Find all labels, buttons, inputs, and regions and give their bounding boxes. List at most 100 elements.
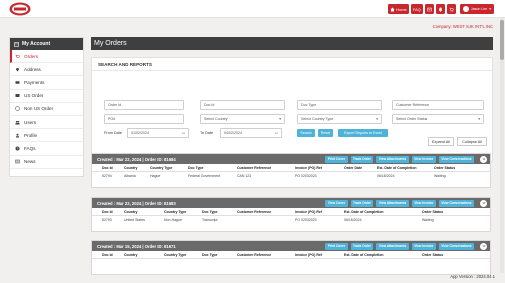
user-icon <box>16 133 19 138</box>
order-created-label: Created : Mar 22, 2024 | Order ID: 81684 <box>97 156 176 162</box>
order-actions: Print Cover Track Order View Attachments… <box>325 242 474 250</box>
table-row[interactable]: 52793 United States Non-Hague Transcript… <box>92 216 490 224</box>
faq-button[interactable]: FAQ <box>410 4 423 14</box>
track-order-button[interactable]: Track Order <box>350 242 374 250</box>
column-header: Doc Id <box>102 253 113 257</box>
table-cell: 52793 <box>102 218 112 222</box>
sidebar-item-label: Payments <box>24 79 45 85</box>
table-row[interactable]: 52794 Albania Hague Federal Government C… <box>92 172 490 180</box>
cart-icon <box>15 54 20 58</box>
mail-icon <box>427 7 432 11</box>
collapse-toggle[interactable] <box>480 242 487 250</box>
sidebar-item-orders[interactable]: Orders <box>10 50 83 64</box>
view-attachments-button[interactable]: View Attachments <box>376 242 409 250</box>
view-cover-button[interactable]: View Cover <box>325 199 348 207</box>
country-select-value: Select Country <box>204 117 228 121</box>
sidebar-item-profile[interactable]: Profile <box>10 129 83 143</box>
doc-id-input[interactable]: Doc Id <box>200 100 285 110</box>
user-menu[interactable]: Jason Lim ▾ <box>459 4 494 14</box>
view-invoice-button[interactable]: View Invoice <box>411 199 436 207</box>
export-excel-button[interactable]: Export Reports to Excel <box>338 129 388 137</box>
chevron-down-icon <box>482 158 485 161</box>
order-id-input[interactable]: Order Id <box>104 100 184 110</box>
page-scrollbar[interactable] <box>500 18 504 273</box>
chevron-down-icon <box>482 245 485 248</box>
country-select[interactable]: Select Country ▾ <box>200 114 285 124</box>
to-date-input[interactable]: 04/02/2024 ▭ <box>220 128 282 138</box>
print-cover-button[interactable]: Print Cover <box>325 155 348 163</box>
column-header: Doc Type <box>188 166 204 170</box>
order-card-header: Created : Mar 15, 2024 | Order ID: 81671… <box>92 241 490 251</box>
view-invoice-button[interactable]: View Invoice <box>411 155 436 163</box>
company-logo[interactable] <box>9 2 31 16</box>
order-actions: View Cover Track Order View Attachments … <box>325 199 474 207</box>
chevron-down-icon <box>482 202 485 205</box>
sidebar-title: My Account <box>22 41 51 47</box>
calendar-icon: ▭ <box>274 131 278 135</box>
sidebar-item-us-order[interactable]: US Order <box>10 90 83 103</box>
view-attachments-button[interactable]: View Attachments <box>376 199 409 207</box>
column-header: Country <box>124 210 138 214</box>
cart-icon <box>449 7 454 12</box>
view-conversations-button[interactable]: View Conversations <box>438 155 474 163</box>
news-icon <box>15 159 20 164</box>
sidebar-item-news[interactable]: News <box>10 156 83 169</box>
page-title: My Orders <box>91 37 493 50</box>
view-conversations-button[interactable]: View Conversations <box>438 242 474 250</box>
column-header: Customer Reference <box>237 166 272 170</box>
cart-button[interactable] <box>446 4 456 14</box>
column-header: Invoice (PO) Ref <box>295 253 323 257</box>
sidebar-header: My Account <box>10 38 83 50</box>
collapse-toggle[interactable] <box>480 155 487 163</box>
sidebar-item-users[interactable]: Users <box>10 116 83 130</box>
sidebar-item-address[interactable]: Address <box>10 63 83 77</box>
top-nav: Home FAQ Jason Lim ▾ <box>388 4 494 14</box>
track-order-button[interactable]: Track Order <box>350 155 374 163</box>
view-attachments-button[interactable]: View Attachments <box>376 155 409 163</box>
expand-all-button[interactable]: Expand All <box>428 137 454 146</box>
account-sidebar: My Account Orders Address Payments US Or… <box>9 37 84 177</box>
search-panel-title: SEARCH AND REPORTS <box>92 58 492 71</box>
country-type-select[interactable]: Select Country Type ▾ <box>297 114 382 124</box>
po-input[interactable]: PO# <box>104 114 184 124</box>
search-button[interactable]: Search <box>297 129 315 137</box>
table-cell: CAN 123 <box>237 174 252 178</box>
sidebar-item-faqs[interactable]: ? FAQs <box>10 142 83 156</box>
collapse-all-button[interactable]: Collapse All <box>457 137 487 146</box>
country-type-select-value: Select Country Type <box>301 117 334 121</box>
column-header: Doc Type <box>202 253 218 257</box>
track-order-button[interactable]: Track Order <box>350 199 374 207</box>
sidebar-item-label: Address <box>24 66 41 72</box>
to-date-value: 04/02/2024 <box>224 131 242 135</box>
print-cover-button[interactable]: Print Cover <box>325 242 348 250</box>
main-content: My Orders SEARCH AND REPORTS Order Id Do… <box>91 37 493 275</box>
table-cell: Transcript <box>202 218 218 222</box>
column-header: Country Type <box>164 210 187 214</box>
globe-icon <box>15 106 20 112</box>
order-status-select[interactable]: Select Order Status ▾ <box>392 114 484 124</box>
table-header-row: Doc Id Country Country Type Doc Type Cus… <box>92 164 490 172</box>
chevron-down-icon: ▾ <box>489 7 491 11</box>
collapse-toggle[interactable] <box>480 199 487 207</box>
doc-type-input[interactable]: Doc Type <box>297 100 382 110</box>
column-header: Doc Type <box>202 210 218 214</box>
reset-button[interactable]: Reset <box>318 129 333 137</box>
order-card: Created : Mar 15, 2024 | Order ID: 81671… <box>91 240 491 275</box>
home-button[interactable]: Home <box>388 4 409 14</box>
question-icon: ? <box>15 146 20 151</box>
customer-reference-input[interactable]: Customer Reference <box>392 100 484 110</box>
scrollbar-thumb[interactable] <box>500 20 504 60</box>
search-panel: SEARCH AND REPORTS Order Id Doc Id Doc T… <box>91 57 493 162</box>
table-cell: Waiting <box>434 174 446 178</box>
table-cell: PO 02032023 <box>295 218 317 222</box>
from-date-input[interactable]: 01/02/2024 ▭ <box>127 128 189 138</box>
sidebar-item-payments[interactable]: Payments <box>10 76 83 90</box>
table-cell: Hague <box>150 174 161 178</box>
mail-button[interactable] <box>424 4 434 14</box>
top-bar: Home FAQ Jason Lim ▾ <box>0 0 505 18</box>
order-card: Created : Mar 22, 2024 | Order ID: 81684… <box>91 153 491 188</box>
view-conversations-button[interactable]: View Conversations <box>438 199 474 207</box>
notification-button[interactable] <box>435 4 445 14</box>
view-invoice-button[interactable]: View Invoice <box>411 242 436 250</box>
sidebar-item-non-us-order[interactable]: Non US Order <box>10 103 83 116</box>
